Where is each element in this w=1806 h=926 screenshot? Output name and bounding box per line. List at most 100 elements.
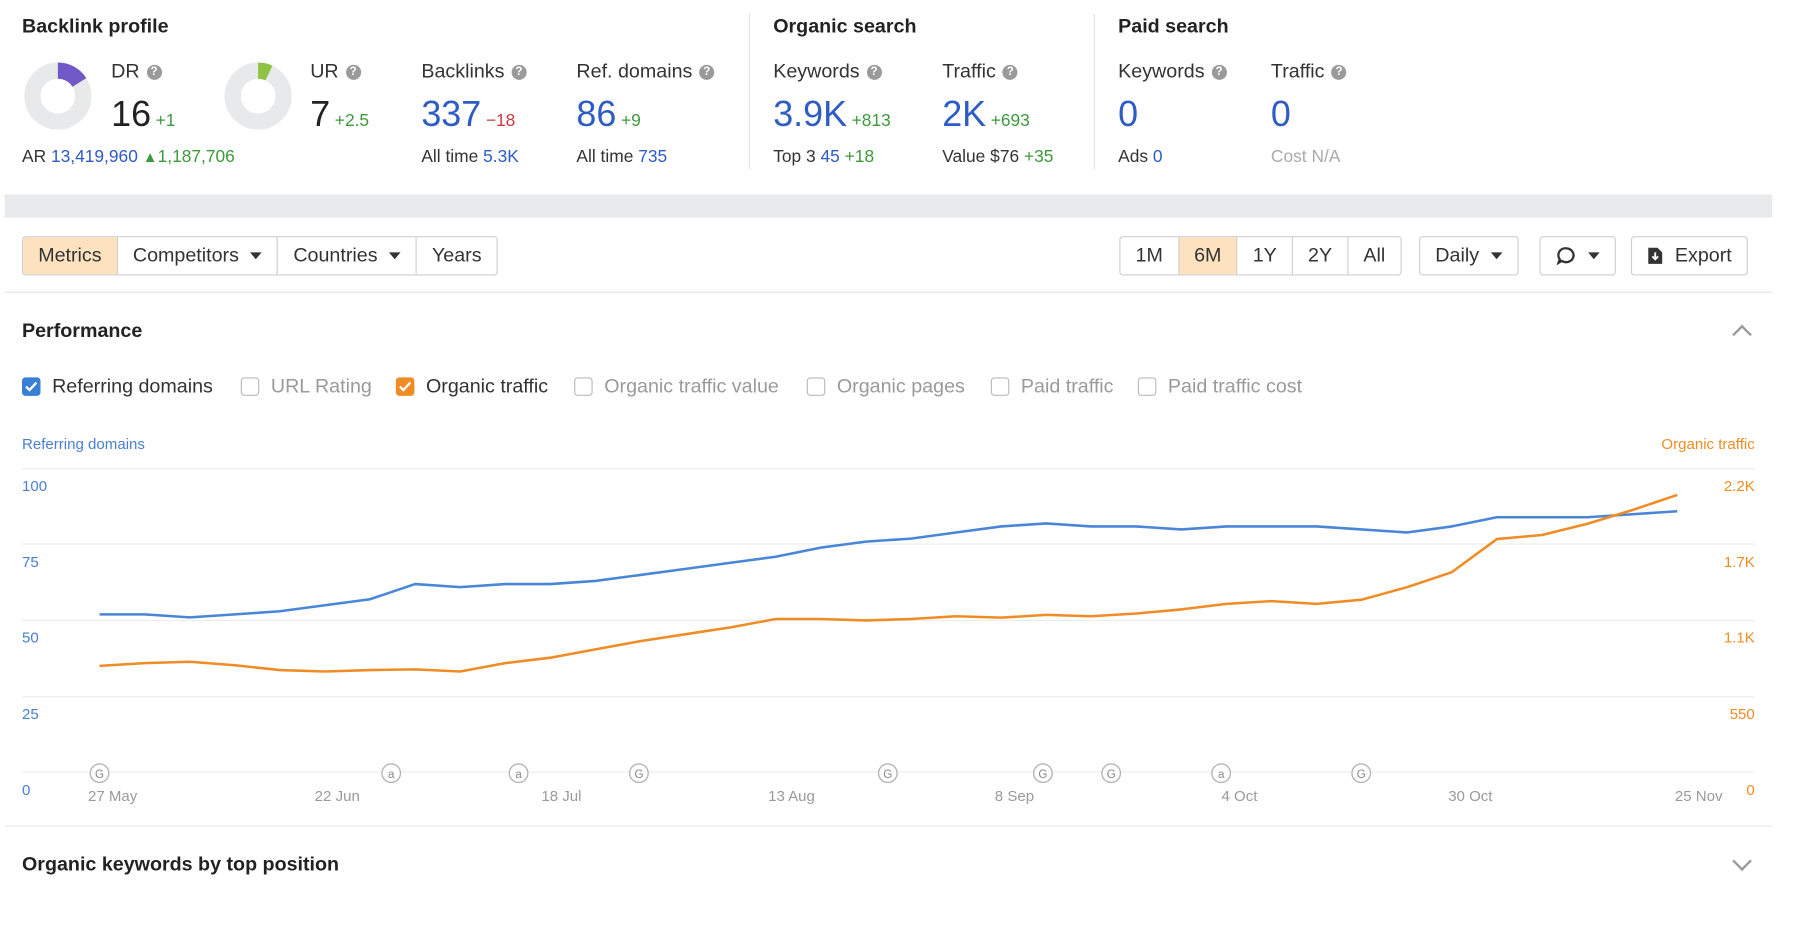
annotation-label: G: [634, 769, 643, 781]
view-tabs: Metrics Competitors Countries Years: [21, 236, 498, 276]
help-icon[interactable]: ?: [511, 64, 527, 80]
ads-row: Ads 0: [1118, 147, 1163, 167]
checkbox-paid-traffic-cost[interactable]: Paid traffic cost: [1137, 375, 1302, 398]
caret-down-icon: [250, 252, 263, 260]
ur-delta: +2.5: [334, 111, 370, 131]
help-icon[interactable]: ?: [345, 64, 361, 80]
range-6m[interactable]: 6M: [1179, 237, 1238, 275]
ur-value: 7 +2.5: [310, 93, 370, 135]
paid-search-title: Paid search: [1118, 15, 1229, 38]
help-icon[interactable]: ?: [1002, 64, 1018, 80]
organic-traffic-delta: +693: [990, 111, 1030, 131]
cost-row: Cost N/A: [1270, 147, 1341, 167]
range-1y[interactable]: 1Y: [1238, 237, 1293, 275]
range-selector: 1M 6M 1Y 2Y All: [1119, 236, 1402, 276]
help-icon[interactable]: ?: [1211, 64, 1227, 80]
checkbox-checked-icon: [21, 377, 41, 396]
dr-value: 16 +1: [111, 93, 176, 135]
x-tick-label: 27 May: [88, 788, 138, 805]
left-tick-label: 50: [22, 629, 39, 646]
chevron-down-icon[interactable]: [1732, 851, 1752, 872]
chevron-up-icon[interactable]: [1732, 324, 1752, 345]
organic-traffic-value[interactable]: 2K +693: [942, 94, 1030, 141]
organic-keywords-by-position-title: Organic keywords by top position: [21, 853, 340, 876]
tab-metrics[interactable]: Metrics: [23, 237, 118, 275]
x-tick-label: 8 Sep: [995, 788, 1034, 805]
left-tick-label: 75: [22, 554, 39, 571]
referring-domains-line: [99, 509, 1678, 619]
ref-domains-value[interactable]: 86 +9: [576, 94, 641, 141]
caret-down-icon: [389, 252, 401, 260]
export-button[interactable]: Export: [1632, 237, 1747, 274]
checkbox-unchecked-icon: [806, 377, 826, 396]
divider: [748, 13, 751, 169]
caret-down-icon: [1588, 252, 1600, 260]
comment-button[interactable]: [1541, 237, 1615, 274]
organic-keywords-delta: +813: [851, 111, 891, 131]
checkbox-url-rating[interactable]: URL Rating: [240, 375, 372, 398]
checkbox-organic-traffic-value[interactable]: Organic traffic value: [574, 375, 779, 398]
export-group: Export: [1630, 236, 1748, 276]
annotations-dropdown[interactable]: [1539, 236, 1616, 276]
tab-years[interactable]: Years: [417, 237, 497, 274]
annotation-label: a: [515, 769, 522, 781]
organic-traffic-line: [99, 493, 1678, 673]
right-tick-label: 1.7K: [1724, 554, 1755, 571]
range-1m[interactable]: 1M: [1120, 237, 1180, 275]
annotation-label: a: [388, 769, 395, 781]
caret-down-icon: [1490, 252, 1503, 260]
checkbox-paid-traffic[interactable]: Paid traffic: [990, 375, 1114, 398]
ref-domains-delta: +9: [620, 111, 641, 131]
checkbox-unchecked-icon: [240, 377, 260, 396]
granularity-dropdown[interactable]: Daily: [1419, 236, 1519, 276]
right-tick-label: 1.1K: [1724, 629, 1755, 646]
checkbox-organic-traffic[interactable]: Organic traffic: [395, 375, 548, 398]
help-icon[interactable]: ?: [699, 64, 715, 80]
checkbox-unchecked-icon: [574, 377, 593, 396]
annotation-label: G: [883, 769, 892, 781]
paid-traffic-label: Traffic?: [1271, 60, 1347, 83]
backlinks-all-time: All time 5.3K: [421, 147, 519, 167]
tab-competitors[interactable]: Competitors: [118, 237, 279, 275]
ar-row: AR 13,419,960 ▲1,187,706: [21, 147, 235, 167]
help-icon[interactable]: ?: [146, 64, 162, 80]
right-tick-label: 550: [1730, 706, 1755, 723]
dr-donut-chart: [24, 62, 92, 130]
checkbox-checked-icon: [395, 377, 415, 396]
performance-title: Performance: [21, 319, 143, 342]
x-tick-label: 4 Oct: [1221, 788, 1258, 805]
comment-icon: [1556, 247, 1575, 266]
help-icon[interactable]: ?: [1331, 64, 1347, 80]
left-tick-label: 100: [22, 478, 47, 495]
checkbox-unchecked-icon: [1137, 377, 1157, 396]
left-axis-title: Referring domains: [21, 435, 145, 453]
ref-domains-label: Ref. domains?: [576, 60, 715, 83]
paid-traffic-value[interactable]: 0: [1271, 94, 1291, 134]
divider: [1093, 13, 1095, 169]
range-2y[interactable]: 2Y: [1293, 237, 1349, 275]
backlink-profile-title: Backlink profile: [21, 15, 169, 38]
help-icon[interactable]: ?: [866, 64, 882, 80]
tab-countries[interactable]: Countries: [278, 237, 417, 275]
x-tick-label: 25 Nov: [1675, 788, 1723, 805]
x-tick-label: 30 Oct: [1448, 788, 1493, 805]
annotation-label: a: [1218, 769, 1225, 781]
backlinks-label: Backlinks?: [421, 60, 527, 83]
left-tick-label: 0: [22, 782, 30, 799]
paid-keywords-value[interactable]: 0: [1118, 94, 1138, 134]
right-axis-title: Organic traffic: [1661, 435, 1755, 453]
checkbox-organic-pages[interactable]: Organic pages: [806, 375, 965, 398]
granularity-button[interactable]: Daily: [1420, 237, 1517, 274]
section-separator: [4, 194, 1773, 218]
performance-chart[interactable]: 0 25 50 75 100 0 550 1.1K 1.7K 2.2K 27 May 22 Jun 18…: [0, 457, 1806, 816]
ref-domains-all-time: All time 735: [576, 147, 668, 167]
range-all[interactable]: All: [1348, 237, 1400, 274]
annotation-label: G: [1107, 769, 1116, 781]
backlinks-value[interactable]: 337 −18: [421, 94, 515, 141]
x-tick-label: 22 Jun: [315, 788, 360, 805]
checkbox-referring-domains[interactable]: Referring domains: [21, 375, 213, 398]
annotation-label: G: [1357, 769, 1366, 781]
download-icon: [1648, 247, 1663, 264]
organic-keywords-value[interactable]: 3.9K +813: [773, 94, 891, 141]
paid-keywords-label: Keywords?: [1118, 60, 1227, 83]
